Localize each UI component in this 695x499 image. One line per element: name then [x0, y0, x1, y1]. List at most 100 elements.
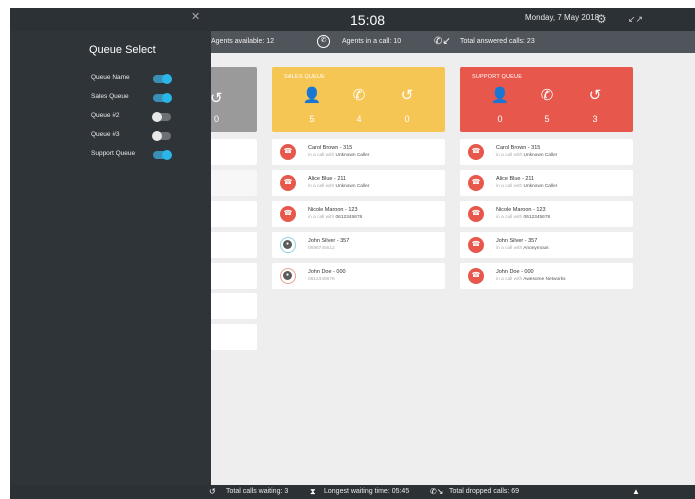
- queue-title: SALES QUEUE: [284, 74, 326, 80]
- agent-call-card[interactable]: ☎ John Doe - 000 in a call with Awesome …: [460, 263, 633, 289]
- hangup-icon[interactable]: ☎: [280, 175, 296, 191]
- agent-call-card[interactable]: ☎ John Silver - 357 in a call with Anony…: [460, 232, 633, 258]
- hangup-icon[interactable]: ☎: [280, 144, 296, 160]
- agent-call-card[interactable]: ☎ Nicole Maroon - 123 in a call with 061…: [460, 201, 633, 227]
- hangup-icon[interactable]: ☎: [280, 206, 296, 222]
- history-icon: ↺: [209, 487, 216, 496]
- agent-name: Alice Blue - 211: [308, 176, 347, 182]
- shrink-icon[interactable]: ↙↗: [628, 11, 643, 27]
- agent-name: Nicole Maroon - 123: [496, 207, 546, 213]
- queue-toggle-label: Sales Queue: [91, 93, 129, 100]
- sales-queue-header[interactable]: SALES QUEUE 👤 5 ✆ 4 ↺ 0: [272, 67, 445, 132]
- caller-number: 0612345678: [308, 277, 335, 282]
- waiting-count: 3: [592, 114, 598, 124]
- clock: 15:08: [350, 12, 386, 28]
- user-icon: 👤: [490, 87, 510, 104]
- incoming-call-icon: ✆↙: [434, 36, 451, 47]
- date-display: Monday, 7 May 2018: [525, 13, 600, 22]
- agent-name: John Doe - 000: [496, 269, 534, 275]
- queue-toggle[interactable]: [153, 74, 172, 84]
- agent-call-card[interactable]: ☎ Alice Blue - 211 in a call with Unknow…: [272, 170, 445, 196]
- support-queue-column: SUPPORT QUEUE 👤 0 ✆ 5 ↺ 3 ☎ Carol Brown …: [460, 67, 633, 289]
- hangup-icon[interactable]: ☎: [468, 237, 484, 253]
- bottom-bar: ↺ Total calls waiting: 3 ⧗ Longest waiti…: [10, 485, 695, 499]
- support-queue-header[interactable]: SUPPORT QUEUE 👤 0 ✆ 5 ↺ 3: [460, 67, 633, 132]
- list-item[interactable]: [210, 324, 257, 350]
- waiting-user-icon: ●: [280, 268, 296, 284]
- phone-icon: ✆: [317, 35, 330, 48]
- dropped-call-icon: ✆↘: [430, 487, 444, 496]
- user-icon: 👤: [302, 87, 322, 104]
- call-status: in a call with Unknown Caller: [308, 184, 370, 189]
- agent-name: Carol Brown - 315: [496, 145, 541, 151]
- list-item[interactable]: [210, 263, 257, 289]
- agents-count: 5: [309, 114, 315, 124]
- dropped-calls-stat: Total dropped calls: 69: [449, 488, 520, 495]
- longest-wait-stat: Longest waiting time: 05:45: [324, 488, 410, 495]
- call-status: in a call with 0612345678: [308, 215, 363, 220]
- queue-toggle-label: Queue #2: [91, 112, 120, 119]
- agents-metric: 👤 0: [480, 87, 520, 125]
- waiting-metric: ↺ 3: [575, 87, 615, 125]
- agent-name: Alice Blue - 211: [496, 176, 535, 182]
- waiting-metric: ↺ 0: [387, 87, 427, 125]
- agents-count: 0: [497, 114, 503, 124]
- waiting-count: 0: [214, 114, 220, 124]
- top-bar: 15:08 Monday, 7 May 2018 ⚙ ↙↗: [10, 8, 695, 31]
- in-call-metric: ✆ 5: [527, 87, 567, 125]
- phone-icon: ✆: [540, 87, 554, 104]
- list-item[interactable]: [210, 201, 257, 227]
- in-call-count: 5: [544, 114, 550, 124]
- agent-call-card[interactable]: ☎ Alice Blue - 211 in a call with Unknow…: [460, 170, 633, 196]
- queue-select-drawer: ✕ Queue Select Queue Name Sales Queue Qu…: [10, 11, 211, 485]
- queue-title: SUPPORT QUEUE: [472, 74, 523, 80]
- list-item[interactable]: [210, 293, 257, 319]
- list-item[interactable]: [210, 170, 257, 196]
- history-icon: ↺: [400, 87, 414, 104]
- in-call-metric: ✆ 4: [339, 87, 379, 125]
- waiting-count: 0: [404, 114, 410, 124]
- agent-call-card[interactable]: ☎ Nicole Maroon - 123 in a call with 061…: [272, 201, 445, 227]
- agent-name: John Silver - 357: [496, 238, 538, 244]
- hourglass-icon: ⧗: [310, 487, 316, 496]
- in-call-count: 4: [356, 114, 362, 124]
- gear-icon[interactable]: ⚙: [596, 11, 608, 27]
- list-item[interactable]: [210, 232, 257, 258]
- calls-waiting-stat: Total calls waiting: 3: [226, 488, 289, 495]
- queue-toggle-label: Support Queue: [91, 150, 136, 157]
- queue-toggle[interactable]: [153, 93, 172, 103]
- agent-name: John Silver - 357: [308, 238, 350, 244]
- hangup-icon[interactable]: ☎: [468, 206, 484, 222]
- queue-toggle-label: Queue #3: [91, 131, 120, 138]
- queue-toggle[interactable]: [152, 131, 171, 141]
- queue-toggle[interactable]: [152, 112, 171, 122]
- hangup-icon[interactable]: ☎: [468, 144, 484, 160]
- agent-waiting-card[interactable]: ● John Doe - 000 0612345678: [272, 263, 445, 289]
- agent-call-card[interactable]: ☎ Carol Brown - 315 in a call with Unkno…: [272, 139, 445, 165]
- sales-queue-column: SALES QUEUE 👤 5 ✆ 4 ↺ 0 ☎ Carol Brown - …: [272, 67, 445, 289]
- agents-available-stat: Agents available: 12: [211, 38, 275, 45]
- agent-name: Nicole Maroon - 123: [308, 207, 358, 213]
- phone-icon: ✆: [352, 87, 366, 104]
- queue-toggle-label: Queue Name: [91, 74, 130, 81]
- caller-number: 0698745612: [308, 246, 335, 251]
- hangup-icon[interactable]: ☎: [468, 175, 484, 191]
- call-status: in a call with Anonymous: [496, 246, 549, 251]
- total-answered-stat: Total answered calls: 23: [460, 38, 535, 45]
- drawer-title: Queue Select: [89, 44, 156, 56]
- close-icon[interactable]: ✕: [191, 10, 200, 23]
- agent-call-card[interactable]: ☎ Carol Brown - 315 in a call with Unkno…: [460, 139, 633, 165]
- history-icon: ↺: [210, 90, 223, 107]
- chevron-up-icon[interactable]: ▲: [632, 485, 640, 499]
- list-item[interactable]: [210, 139, 257, 165]
- agent-name: John Doe - 000: [308, 269, 346, 275]
- history-icon: ↺: [588, 87, 602, 104]
- app-window: 15:08 Monday, 7 May 2018 ⚙ ↙↗ Agents ava…: [10, 8, 695, 499]
- queue-toggle[interactable]: [153, 150, 172, 160]
- call-status: in a call with Unknown Caller: [308, 153, 370, 158]
- agent-waiting-card[interactable]: ● John Silver - 357 0698745612: [272, 232, 445, 258]
- queue-column-hidden: ↺ 0: [210, 67, 257, 132]
- call-status: in a call with Unknown Caller: [496, 153, 558, 158]
- call-status: in a call with Unknown Caller: [496, 184, 558, 189]
- hangup-icon[interactable]: ☎: [468, 268, 484, 284]
